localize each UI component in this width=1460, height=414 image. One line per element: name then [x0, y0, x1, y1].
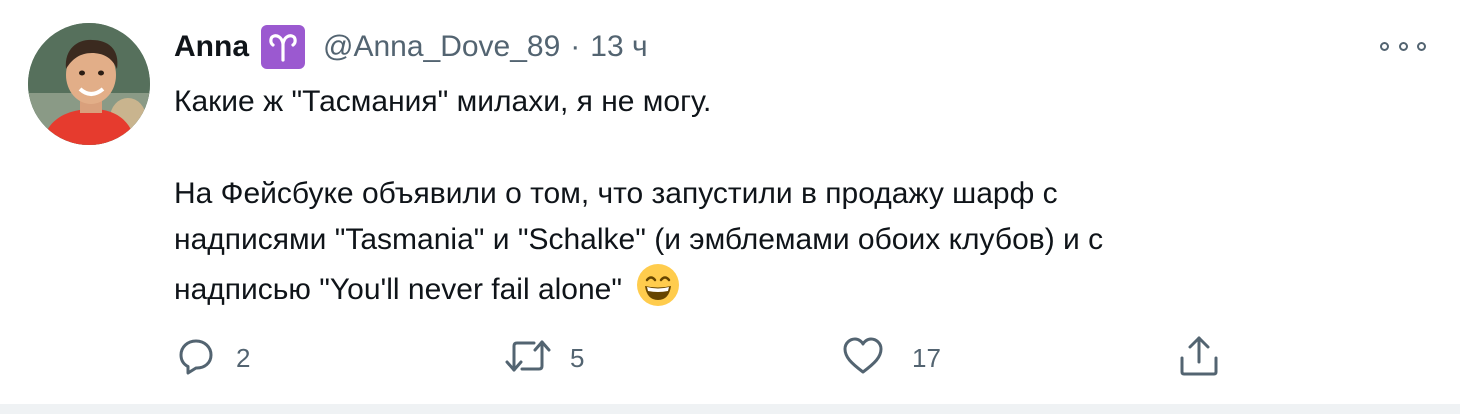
tweet-card[interactable]: Anna @Anna_Dove_89 · 13 ч Какие ж "Тасма…: [0, 0, 1460, 404]
retweet-count: 5: [570, 342, 585, 373]
tweet-line: Какие ж "Тасмания" милахи, я не могу.: [174, 85, 712, 118]
tweet-line: надписями "Tasmania" и "Schalke" (и эмбл…: [174, 223, 1104, 256]
like-count: 17: [912, 342, 941, 373]
tweet-line-text: надписью "You'll never fail alone": [174, 273, 623, 306]
grinning-face-emoji: [636, 263, 680, 321]
retweet-button[interactable]: 5: [504, 334, 584, 382]
timestamp[interactable]: 13 ч: [590, 30, 647, 64]
tweet-text: Какие ж "Тасмания" милахи, я не могу. На…: [174, 79, 1404, 321]
reply-icon: [176, 336, 216, 381]
separator-dot: ·: [570, 30, 581, 63]
tweet-line: На Фейсбуке объявили о том, что запустил…: [174, 177, 1058, 210]
reply-button[interactable]: 2: [176, 334, 250, 382]
retweet-icon: [504, 336, 552, 381]
like-button[interactable]: 17: [842, 334, 941, 382]
author-name[interactable]: Anna: [174, 30, 249, 64]
like-icon: [842, 336, 884, 381]
aries-icon: [261, 25, 305, 69]
avatar[interactable]: [28, 23, 150, 145]
author-handle[interactable]: @Anna_Dove_89: [323, 30, 560, 64]
tweet-line: надписью "You'll never fail alone": [174, 263, 1404, 321]
divider: [0, 404, 1460, 414]
tweet-header: Anna @Anna_Dove_89 · 13 ч: [174, 24, 648, 70]
reply-count: 2: [236, 342, 251, 373]
share-icon: [1178, 334, 1220, 383]
share-button[interactable]: [1178, 334, 1220, 382]
more-icon[interactable]: [1380, 34, 1426, 58]
